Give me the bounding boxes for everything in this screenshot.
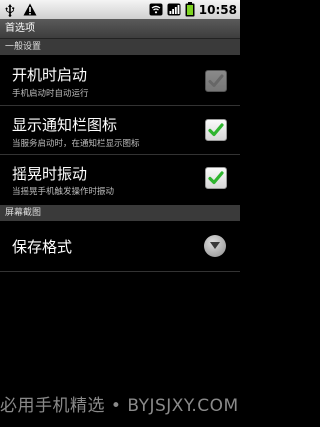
dropdown-icon[interactable] — [204, 235, 226, 257]
vibrate-on-shake-checkbox[interactable] — [205, 167, 227, 189]
divider — [0, 271, 240, 272]
section-header-label: 一般设置 — [5, 42, 42, 52]
pref-show-notification-icon[interactable]: 显示通知栏图标 当服务启动时，在通知栏显示图标 — [0, 106, 240, 154]
pref-title: 保存格式 — [12, 238, 73, 256]
section-header-label: 屏幕截图 — [5, 208, 42, 218]
pref-summary: 当摇晃手机触发操作时振动 — [12, 187, 115, 197]
warning-icon — [23, 3, 37, 16]
status-bar: 10:58 — [0, 0, 240, 19]
title-bar: 首选项 — [0, 19, 240, 39]
check-icon — [208, 123, 224, 137]
check-icon — [208, 74, 224, 87]
pref-vibrate-on-shake[interactable]: 摇晃时振动 当摇晃手机触发操作时振动 — [0, 155, 240, 203]
start-on-boot-checkbox[interactable] — [205, 70, 227, 92]
pref-title: 摇晃时振动 — [12, 165, 88, 183]
section-header-screenshot: 屏幕截图 — [0, 205, 240, 221]
pref-save-format[interactable]: 保存格式 — [0, 221, 240, 271]
wifi-icon — [149, 3, 163, 16]
battery-icon — [185, 2, 195, 17]
pref-summary: 手机启动时自动运行 — [12, 89, 89, 99]
status-clock: 10:58 — [198, 2, 237, 17]
signal-icon — [167, 3, 181, 16]
check-icon — [208, 171, 224, 185]
screen-title: 首选项 — [5, 23, 35, 34]
pref-title: 开机时启动 — [12, 66, 88, 84]
pref-summary: 当服务启动时，在通知栏显示图标 — [12, 139, 140, 149]
section-header-general: 一般设置 — [0, 39, 240, 55]
pref-start-on-boot[interactable]: 开机时启动 手机启动时自动运行 — [0, 55, 240, 105]
watermark-text: 必用手机精选 • BYJSJXY.COM — [0, 396, 239, 416]
pref-title: 显示通知栏图标 — [12, 116, 118, 134]
chevron-down-icon — [210, 242, 220, 249]
show-notification-icon-checkbox[interactable] — [205, 119, 227, 141]
usb-icon — [5, 3, 15, 17]
